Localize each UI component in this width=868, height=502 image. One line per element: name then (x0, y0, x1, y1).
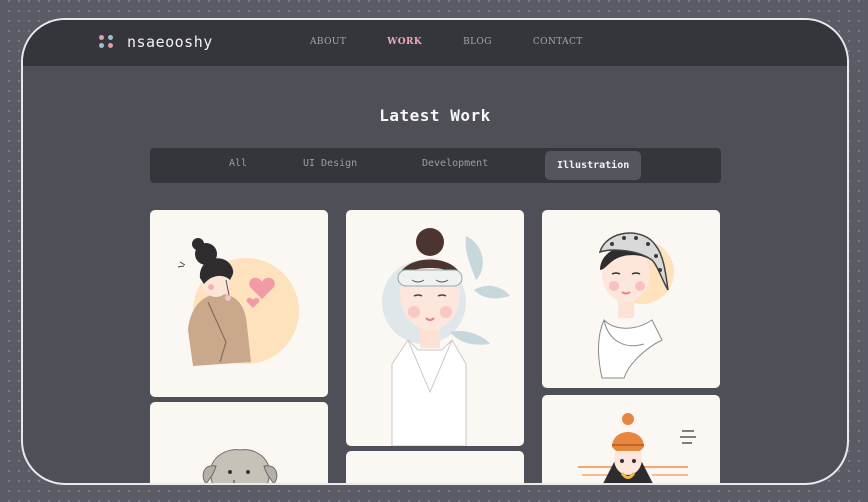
site-header: nsaeooshy ABOUT WORK BLOG CONTACT (23, 20, 847, 66)
filter-tab-development[interactable]: Development (422, 157, 488, 171)
brand-name: nsaeooshy (127, 33, 213, 51)
girl-with-sleep-mask-illustration (382, 228, 510, 446)
brand-logo[interactable]: nsaeooshy (99, 33, 213, 51)
gallery-card-girl-with-polka-dot-headscarf[interactable] (542, 210, 720, 388)
nav-link-work[interactable]: WORK (387, 37, 422, 47)
gallery-card-girl-with-hearts[interactable] (150, 210, 328, 397)
nav-link-blog[interactable]: BLOG (463, 37, 492, 47)
girl-with-hearts-illustration (177, 238, 299, 366)
gallery-card-girl-in-orange-beanie[interactable] (542, 395, 720, 483)
category-filter-bar: All UI Design Development Illustration (150, 148, 721, 183)
logo-dots-icon (99, 34, 115, 50)
filter-tab-ui-design[interactable]: UI Design (303, 157, 357, 171)
filter-tab-all[interactable]: All (229, 157, 247, 171)
girl-with-polka-dot-headscarf-illustration (598, 232, 674, 379)
gallery-card-blank[interactable] (346, 451, 524, 483)
nav-link-contact[interactable]: CONTACT (533, 37, 583, 47)
gallery-card-girl-with-sleep-mask[interactable] (346, 210, 524, 446)
nav-link-about[interactable]: ABOUT (310, 37, 346, 47)
elephant-illustration (202, 449, 278, 483)
main-nav: ABOUT WORK BLOG CONTACT (310, 37, 624, 47)
filter-tab-illustration[interactable]: Illustration (545, 151, 642, 180)
gallery-card-elephant[interactable] (150, 402, 328, 483)
browser-frame: nsaeooshy ABOUT WORK BLOG CONTACT Latest… (21, 18, 849, 485)
page-title: Latest Work (379, 106, 491, 125)
girl-in-orange-beanie-illustration (578, 413, 696, 483)
